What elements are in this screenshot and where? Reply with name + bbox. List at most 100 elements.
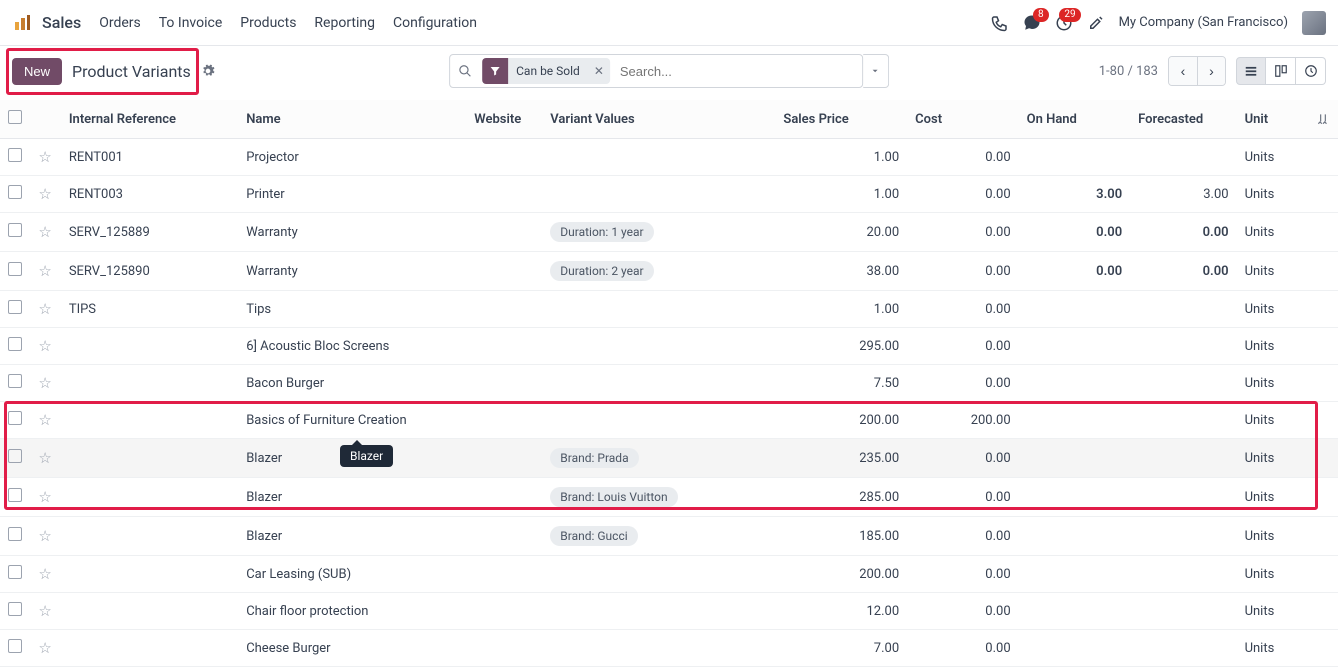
table-row[interactable]: ☆SERV_125890WarrantyDuration: 2 year38.0… (0, 252, 1338, 291)
col-internal-reference[interactable]: Internal Reference (61, 100, 238, 139)
table-row[interactable]: ☆RENT001Projector1.000.00Units (0, 139, 1338, 176)
star-icon[interactable]: ☆ (38, 185, 51, 203)
row-checkbox[interactable] (8, 148, 22, 162)
cell-variant: Brand: Louis Vuitton (542, 478, 775, 517)
view-activity[interactable] (1296, 57, 1326, 85)
nav-to-invoice[interactable]: To Invoice (159, 15, 223, 31)
star-icon[interactable]: ☆ (38, 223, 51, 241)
row-checkbox[interactable] (8, 488, 22, 502)
cell-forecast (1130, 630, 1236, 667)
cell-unit: Units (1237, 556, 1308, 593)
view-list[interactable] (1236, 57, 1266, 85)
row-checkbox[interactable] (8, 449, 22, 463)
activities-icon[interactable]: 29 (1055, 14, 1073, 32)
col-options[interactable] (1308, 100, 1338, 139)
cell-variant: Duration: 1 year (542, 213, 775, 252)
star-icon[interactable]: ☆ (38, 411, 51, 429)
cell-website (466, 517, 542, 556)
table-row[interactable]: ☆RENT003Printer1.000.003.003.00Units (0, 176, 1338, 213)
messages-icon[interactable]: 8 (1023, 14, 1041, 32)
row-checkbox[interactable] (8, 565, 22, 579)
row-checkbox[interactable] (8, 300, 22, 314)
row-checkbox[interactable] (8, 527, 22, 541)
row-checkbox[interactable] (8, 639, 22, 653)
row-checkbox[interactable] (8, 374, 22, 388)
nav-reporting[interactable]: Reporting (314, 15, 375, 31)
cell-unit: Units (1237, 139, 1308, 176)
cell-ref: SERV_125890 (61, 252, 238, 291)
tools-icon[interactable] (1087, 14, 1105, 32)
gear-icon[interactable] (201, 64, 215, 78)
view-kanban[interactable] (1266, 57, 1296, 85)
star-icon[interactable]: ☆ (38, 565, 51, 583)
cell-name: Warranty (238, 252, 466, 291)
star-icon[interactable]: ☆ (38, 300, 51, 318)
col-name[interactable]: Name (238, 100, 466, 139)
row-checkbox[interactable] (8, 262, 22, 276)
filter-chip-remove[interactable]: ✕ (588, 64, 610, 78)
nav-configuration[interactable]: Configuration (393, 15, 477, 31)
app-name[interactable]: Sales (42, 13, 81, 32)
pager-next[interactable]: › (1197, 57, 1225, 85)
cell-ref (61, 630, 238, 667)
table-row[interactable]: ☆Basics of Furniture Creation200.00200.0… (0, 402, 1338, 439)
table-row[interactable]: ☆BlazerBrand: Gucci185.000.00Units (0, 517, 1338, 556)
search-dropdown[interactable] (863, 54, 889, 88)
col-sales-price[interactable]: Sales Price (775, 100, 907, 139)
filter-chip-label: Can be Sold (508, 64, 588, 78)
star-icon[interactable]: ☆ (38, 449, 51, 467)
star-icon[interactable]: ☆ (38, 527, 51, 545)
user-avatar[interactable] (1302, 11, 1326, 35)
nav-orders[interactable]: Orders (99, 15, 141, 31)
col-on-hand[interactable]: On Hand (1019, 100, 1131, 139)
star-icon[interactable]: ☆ (38, 602, 51, 620)
cell-price: 1.00 (775, 176, 907, 213)
star-icon[interactable]: ☆ (38, 337, 51, 355)
star-icon[interactable]: ☆ (38, 148, 51, 166)
cell-price: 20.00 (775, 213, 907, 252)
col-forecasted[interactable]: Forecasted (1130, 100, 1236, 139)
star-icon[interactable]: ☆ (38, 639, 51, 657)
star-icon[interactable]: ☆ (38, 488, 51, 506)
star-icon[interactable]: ☆ (38, 374, 51, 392)
pager-text[interactable]: 1-80 / 183 (1099, 64, 1158, 79)
col-cost[interactable]: Cost (907, 100, 1019, 139)
new-button[interactable]: New (12, 58, 62, 85)
select-all-checkbox[interactable] (8, 110, 22, 124)
table-row[interactable]: ☆BlazerBrand: Louis Vuitton285.000.00Uni… (0, 478, 1338, 517)
search-icon (450, 64, 480, 78)
cell-variant (542, 593, 775, 630)
table-row[interactable]: ☆6] Acoustic Bloc Screens295.000.00Units (0, 328, 1338, 365)
table-row[interactable]: ☆SERV_125889WarrantyDuration: 1 year20.0… (0, 213, 1338, 252)
cell-cost: 0.00 (907, 630, 1019, 667)
table-row[interactable]: ☆Cheese Burger7.000.00Units (0, 630, 1338, 667)
cell-website (466, 328, 542, 365)
filter-chip: Can be Sold ✕ (482, 58, 610, 84)
table-row[interactable]: ☆TIPSTips1.000.00Units (0, 291, 1338, 328)
cell-forecast: 0.00 (1130, 252, 1236, 291)
table-row[interactable]: ☆Chair floor protection12.000.00Units (0, 593, 1338, 630)
col-variant-values[interactable]: Variant Values (542, 100, 775, 139)
row-checkbox[interactable] (8, 223, 22, 237)
nav-products[interactable]: Products (240, 15, 296, 31)
table-row[interactable]: ☆Bacon Burger7.500.00Units (0, 365, 1338, 402)
row-checkbox[interactable] (8, 411, 22, 425)
cell-price: 235.00 (775, 439, 907, 478)
breadcrumb-group: New Product Variants (12, 58, 215, 85)
company-selector[interactable]: My Company (San Francisco) (1119, 15, 1288, 30)
col-website[interactable]: Website (466, 100, 542, 139)
cell-name: Warranty (238, 213, 466, 252)
table-row[interactable]: ☆BlazerBrand: Prada235.000.00Units (0, 439, 1338, 478)
table-row[interactable]: ☆Car Leasing (SUB)200.000.00Units (0, 556, 1338, 593)
col-unit[interactable]: Unit (1237, 100, 1308, 139)
row-checkbox[interactable] (8, 185, 22, 199)
star-icon[interactable]: ☆ (38, 262, 51, 280)
row-checkbox[interactable] (8, 602, 22, 616)
search-input[interactable] (612, 64, 862, 79)
row-checkbox[interactable] (8, 337, 22, 351)
pager-prev[interactable]: ‹ (1169, 57, 1197, 85)
phone-icon[interactable] (991, 14, 1009, 32)
cell-forecast (1130, 556, 1236, 593)
cell-forecast (1130, 291, 1236, 328)
cell-forecast (1130, 139, 1236, 176)
